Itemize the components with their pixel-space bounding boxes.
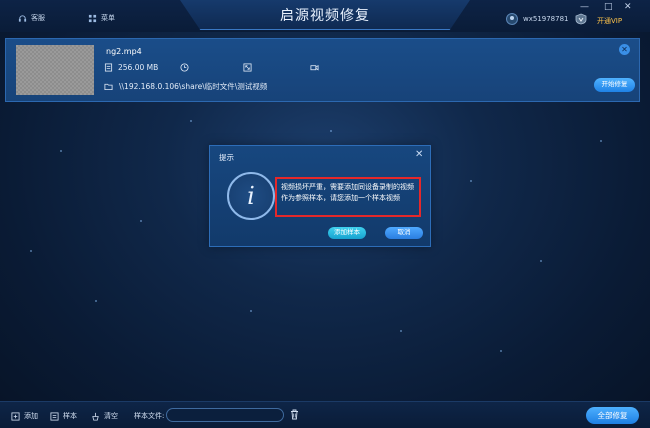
nav-item-menu-label: 菜单: [101, 14, 115, 22]
maximize-button[interactable]: □: [604, 2, 613, 12]
resolution-icon: [243, 63, 252, 72]
nav-item-menu[interactable]: 菜单: [88, 13, 115, 23]
file-path-row: \\192.168.0.106\share\临时文件\测试视频: [104, 81, 267, 92]
video-thumbnail: [16, 45, 94, 95]
add-file-label: 添加: [24, 412, 38, 420]
headset-icon: [18, 14, 27, 22]
user-account[interactable]: wx51978781: [506, 13, 588, 25]
sample-icon: [50, 411, 59, 421]
avatar-icon: [506, 13, 518, 25]
file-size: 256.00 MB: [118, 63, 159, 72]
dialog-title: 提示: [219, 153, 234, 162]
minimize-button[interactable]: —: [580, 2, 589, 12]
start-repair-button[interactable]: 开始修复: [594, 78, 635, 92]
bottom-bar: 添加 样本 清空 样本文件: 全部修复: [0, 401, 650, 428]
clock-icon: [180, 63, 189, 72]
sample-button[interactable]: 样本: [50, 411, 77, 421]
close-button[interactable]: ✕: [624, 2, 632, 12]
file-meta-row: 256.00 MB: [104, 63, 319, 72]
clear-label: 清空: [104, 412, 118, 420]
sample-file-input[interactable]: [166, 408, 284, 422]
menu-icon: [88, 14, 97, 22]
folder-icon: [104, 83, 113, 91]
vip-link[interactable]: 开通VIP: [597, 16, 622, 26]
clear-button[interactable]: 清空: [91, 411, 118, 421]
sample-label: 样本: [63, 412, 77, 420]
dialog-close-button[interactable]: ✕: [415, 149, 423, 160]
broom-icon: [92, 412, 99, 421]
file-card: ng2.mp4 256.00 MB \\192.168.0.106\share\…: [5, 38, 640, 102]
user-name: wx51978781: [523, 15, 569, 23]
file-name: ng2.mp4: [106, 47, 142, 56]
file-size-icon: [104, 63, 113, 72]
vip-badge-icon: [575, 13, 586, 25]
dialog-message: 视频损坏严重，需要添加同设备录制的视频作为参照样本，请您添加一个样本视频: [275, 177, 421, 217]
info-icon: i: [227, 172, 275, 220]
file-path: \\192.168.0.106\share\临时文件\测试视频: [119, 82, 268, 91]
title-bar: 启源视频修复 客服 菜单 wx51978781 — □ ✕ 开通VIP: [0, 0, 650, 32]
nav-item-support-label: 客服: [31, 14, 45, 22]
add-sample-button[interactable]: 添加样本: [328, 227, 366, 239]
remove-file-button[interactable]: ✕: [619, 44, 630, 55]
trash-icon[interactable]: [290, 409, 299, 420]
video-camera-icon: [310, 64, 319, 71]
add-icon: [11, 411, 20, 421]
repair-all-button[interactable]: 全部修复: [586, 407, 639, 424]
sample-file-label: 样本文件:: [134, 412, 165, 420]
add-file-button[interactable]: 添加: [11, 411, 38, 421]
nav-item-support[interactable]: 客服: [18, 13, 45, 23]
cancel-button[interactable]: 取消: [385, 227, 423, 239]
prompt-dialog: 提示 ✕ i 视频损坏严重，需要添加同设备录制的视频作为参照样本，请您添加一个样…: [209, 145, 431, 247]
